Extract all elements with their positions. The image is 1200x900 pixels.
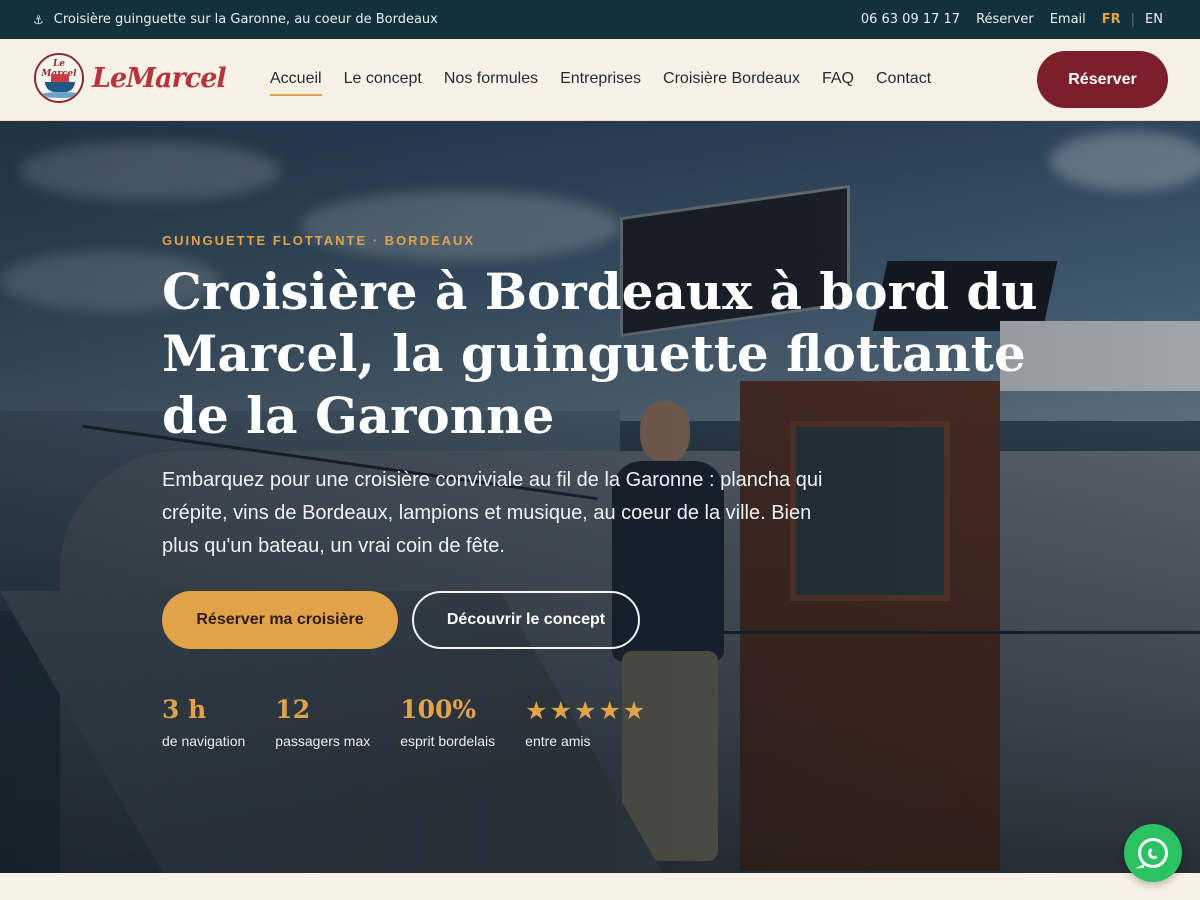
site-header: Le Marcel LeMarcel Accueil Le concept No… [0, 39, 1200, 121]
stat-value: 100% [400, 695, 477, 724]
nav-item-entreprises[interactable]: Entreprises [560, 70, 641, 96]
top-bar-left: ⚓ Croisière guinguette sur la Garonne, a… [33, 12, 438, 27]
anchor-icon: ⚓ [33, 12, 44, 27]
hero-title: Croisière à Bordeaux à bord du Marcel, l… [162, 262, 1038, 445]
whatsapp-icon [1138, 838, 1168, 868]
logo-badge-icon: Le Marcel [34, 53, 84, 103]
stat-rating: ★ ★ ★ ★ ★ entre amis [525, 693, 645, 750]
hero-subtitle: Embarquez pour une croisière conviviale … [162, 469, 823, 557]
nav-item-croisiere-bordeaux[interactable]: Croisière Bordeaux [663, 70, 800, 96]
stat-value: 3 h [162, 695, 207, 724]
email-link[interactable]: Email [1050, 12, 1086, 27]
header-reserve-button[interactable]: Réserver [1037, 51, 1168, 108]
nav-item-nos-formules[interactable]: Nos formules [444, 70, 538, 96]
nav-item-faq[interactable]: FAQ [822, 70, 854, 96]
lang-en-link[interactable]: EN [1145, 12, 1163, 27]
nav-item-le-concept[interactable]: Le concept [344, 70, 422, 96]
reserve-cruise-button[interactable]: Réserver ma croisière [162, 591, 398, 649]
hero-eyebrow: GUINGUETTE FLOTTANTE · BORDEAUX [162, 233, 476, 248]
top-bar: ⚓ Croisière guinguette sur la Garonne, a… [0, 0, 1200, 39]
logo-boat-hull [45, 82, 75, 92]
stat-label: esprit bordelais [400, 733, 496, 749]
stat-duration: 3 h de navigation [162, 693, 245, 749]
logo-wave [40, 92, 82, 98]
logo[interactable]: Le Marcel LeMarcel [34, 53, 227, 103]
stat-value: 12 [275, 695, 311, 724]
nav-item-contact[interactable]: Contact [876, 70, 931, 96]
stat-label: entre amis [525, 733, 591, 749]
language-switcher: FR | EN [1102, 12, 1163, 27]
stat-label: de navigation [162, 733, 246, 749]
top-reserve-link[interactable]: Réserver [976, 12, 1034, 27]
star-icon: ★ [574, 695, 597, 725]
lang-separator: | [1130, 12, 1136, 27]
star-icon: ★ [622, 695, 646, 725]
hero-stats: 3 h de navigation 12 passagers max 100% … [162, 693, 675, 749]
rating-stars: ★ ★ ★ ★ ★ [525, 693, 645, 727]
top-bar-tagline: Croisière guinguette sur la Garonne, au … [53, 12, 438, 27]
star-icon: ★ [549, 695, 573, 725]
stat-passengers: 12 passagers max [275, 693, 370, 749]
hero-section: GUINGUETTE FLOTTANTE · BORDEAUX Croisièr… [0, 121, 1200, 873]
main-nav: Accueil Le concept Nos formules Entrepri… [270, 70, 953, 96]
stat-spirit: 100% esprit bordelais [400, 693, 495, 749]
nav-item-accueil[interactable]: Accueil [270, 70, 322, 96]
whatsapp-button[interactable] [1124, 824, 1182, 882]
star-icon: ★ [598, 695, 621, 725]
logo-wordmark: LeMarcel [92, 62, 227, 94]
whatsapp-phone-glyph [1147, 846, 1161, 860]
discover-concept-button[interactable]: Découvrir le concept [412, 591, 640, 649]
stat-label: passagers max [275, 733, 371, 749]
top-bar-right: 06 63 09 17 17 Réserver Email FR | EN [861, 12, 1163, 27]
lang-fr-link[interactable]: FR [1102, 12, 1121, 27]
phone-link[interactable]: 06 63 09 17 17 [861, 12, 960, 27]
star-icon: ★ [525, 695, 548, 725]
